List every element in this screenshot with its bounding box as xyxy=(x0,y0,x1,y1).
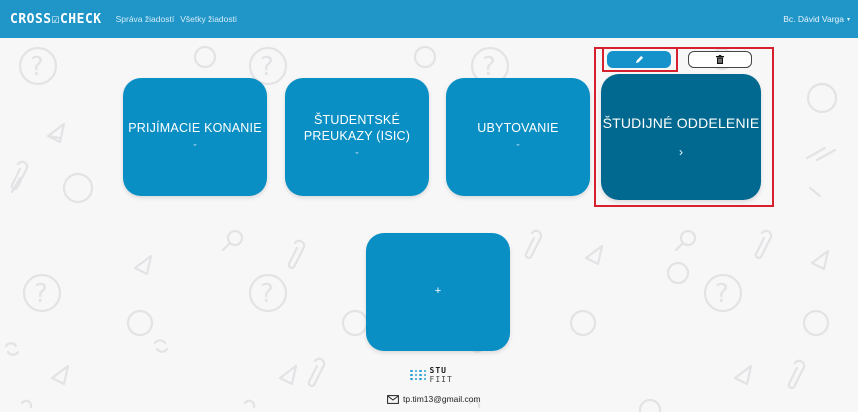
chevron-down-icon: ˇ xyxy=(355,150,359,161)
delete-button[interactable] xyxy=(688,51,752,68)
tile-label: ŠTUDENTSKÉ PREUKAZY (ISIC) xyxy=(303,113,411,143)
category-tile-study-department[interactable]: ŠTUDIJNÉ ODDELENIE › xyxy=(601,74,761,200)
category-tile-student-cards[interactable]: ŠTUDENTSKÉ PREUKAZY (ISIC) ˇ xyxy=(285,78,429,196)
trash-icon xyxy=(716,55,724,64)
category-tile-admissions[interactable]: PRIJÍMACIE KONANIE ˇ xyxy=(123,78,267,196)
user-menu[interactable]: Bc. Dávid Varga ▾ xyxy=(783,14,850,24)
email-text: tp.tim13@gmail.com xyxy=(403,394,481,404)
edit-button[interactable] xyxy=(607,51,671,68)
top-navbar: CROSS☑CHECK Správa žiadostí Všetky žiado… xyxy=(0,0,858,38)
nav-link-all-requests[interactable]: Všetky žiadosti xyxy=(180,14,237,24)
main-content: PRIJÍMACIE KONANIE ˇ ŠTUDENTSKÉ PREUKAZY… xyxy=(0,38,858,412)
logo-line-fiit: FIIT xyxy=(429,375,453,384)
contact-email[interactable]: tp.tim13@gmail.com xyxy=(387,394,481,404)
logo-text: STU FIIT xyxy=(430,366,453,384)
stu-fiit-logo: STU FIIT xyxy=(410,366,453,384)
caret-down-icon: ▾ xyxy=(846,16,850,23)
chevron-right-icon: › xyxy=(679,144,683,159)
plus-icon: + xyxy=(434,285,442,298)
tile-label: ŠTUDIJNÉ ODDELENIE xyxy=(602,115,760,132)
logo-dots xyxy=(410,369,427,381)
user-name: Bc. Dávid Varga xyxy=(783,14,844,24)
chevron-down-icon: ˇ xyxy=(516,142,520,153)
mail-icon xyxy=(387,394,399,404)
pencil-icon xyxy=(635,55,643,64)
add-category-button[interactable]: + xyxy=(366,233,510,351)
brand-logo[interactable]: CROSS☑CHECK xyxy=(10,12,102,27)
logo-line-stu: STU xyxy=(429,366,447,375)
chevron-down-icon: ˇ xyxy=(193,142,197,153)
tile-label: PRIJÍMACIE KONANIE xyxy=(128,121,262,136)
category-tile-accommodation[interactable]: UBYTOVANIE ˇ xyxy=(446,78,590,196)
tile-label: UBYTOVANIE xyxy=(477,121,559,136)
nav-link-requests-admin[interactable]: Správa žiadostí xyxy=(116,14,175,24)
